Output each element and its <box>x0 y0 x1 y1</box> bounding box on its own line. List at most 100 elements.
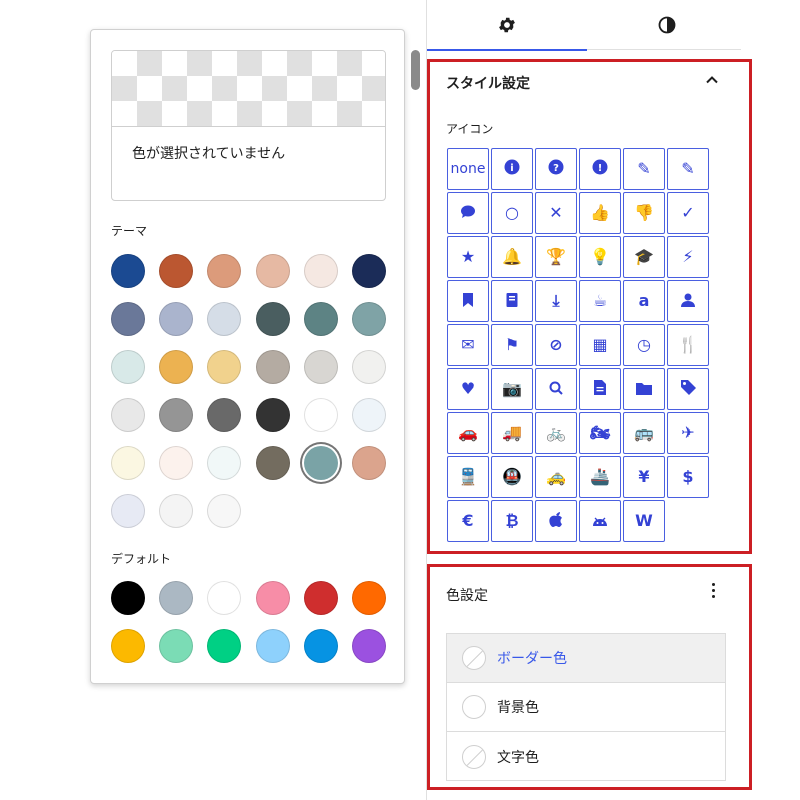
icon-option-button[interactable]: ♥ <box>447 368 489 410</box>
default-color-swatch[interactable] <box>255 581 290 615</box>
icon-option-button[interactable]: ✕ <box>535 192 577 234</box>
icon-option-button[interactable]: 🔔 <box>491 236 533 278</box>
icon-option-button[interactable] <box>447 192 489 234</box>
default-color-swatch[interactable] <box>207 629 242 663</box>
theme-color-swatch[interactable] <box>303 254 338 288</box>
default-color-swatch[interactable] <box>111 581 145 615</box>
theme-color-swatch[interactable] <box>207 398 242 432</box>
theme-color-swatch[interactable] <box>207 254 242 288</box>
tab-styles[interactable] <box>587 0 747 50</box>
icon-option-button[interactable] <box>667 368 709 410</box>
theme-color-swatch[interactable] <box>255 446 290 480</box>
icon-option-button[interactable] <box>667 280 709 322</box>
theme-color-swatch[interactable] <box>111 302 145 336</box>
icon-option-button[interactable]: 🍴 <box>667 324 709 366</box>
icon-option-button[interactable]: 👍 <box>579 192 621 234</box>
icon-option-button[interactable]: ✉ <box>447 324 489 366</box>
theme-color-swatch[interactable] <box>111 350 145 384</box>
icon-option-button[interactable] <box>579 500 621 542</box>
icon-option-button[interactable]: € <box>447 500 489 542</box>
icon-option-button[interactable]: 🚲 <box>535 412 577 454</box>
icon-option-button[interactable]: ⊘ <box>535 324 577 366</box>
icon-option-button[interactable]: ⚡ <box>667 236 709 278</box>
theme-color-swatch[interactable] <box>303 398 338 432</box>
theme-color-swatch[interactable] <box>111 254 145 288</box>
icon-option-button[interactable] <box>447 280 489 322</box>
tab-settings[interactable] <box>427 0 587 51</box>
default-color-swatch[interactable] <box>351 581 386 615</box>
theme-color-swatch[interactable] <box>255 398 290 432</box>
icon-option-button[interactable]: ○ <box>491 192 533 234</box>
theme-color-swatch[interactable] <box>351 254 386 288</box>
theme-color-swatch[interactable] <box>111 398 145 432</box>
theme-color-swatch[interactable] <box>303 350 338 384</box>
icon-option-button[interactable]: ☕ <box>579 280 621 322</box>
default-color-swatch[interactable] <box>207 581 242 615</box>
icon-none-button[interactable]: none <box>447 148 489 190</box>
more-options-icon[interactable] <box>707 580 719 604</box>
icon-option-button[interactable]: ✓ <box>667 192 709 234</box>
icon-option-button[interactable]: $ <box>667 456 709 498</box>
theme-color-swatch[interactable] <box>351 398 386 432</box>
theme-color-swatch[interactable] <box>159 350 194 384</box>
icon-option-button[interactable]: ◷ <box>623 324 665 366</box>
icon-option-button[interactable]: ? <box>535 148 577 190</box>
icon-option-button[interactable]: ¥ <box>623 456 665 498</box>
default-color-swatch[interactable] <box>159 629 194 663</box>
icon-option-button[interactable] <box>535 368 577 410</box>
default-color-swatch[interactable] <box>351 629 386 663</box>
icon-option-button[interactable]: 🚕 <box>535 456 577 498</box>
theme-color-swatch[interactable] <box>159 302 194 336</box>
icon-option-button[interactable]: 💡 <box>579 236 621 278</box>
theme-color-swatch[interactable] <box>111 446 145 480</box>
theme-color-swatch[interactable] <box>303 302 338 336</box>
icon-option-button[interactable]: 🎓 <box>623 236 665 278</box>
icon-option-button[interactable] <box>579 368 621 410</box>
icon-option-button[interactable]: ✎ <box>623 148 665 190</box>
icon-option-button[interactable]: a <box>623 280 665 322</box>
theme-color-swatch[interactable] <box>111 494 145 528</box>
theme-color-swatch[interactable] <box>207 350 242 384</box>
default-color-swatch[interactable] <box>159 581 194 615</box>
icon-option-button[interactable]: ★ <box>447 236 489 278</box>
theme-color-swatch[interactable] <box>207 446 242 480</box>
icon-option-button[interactable]: 🚗 <box>447 412 489 454</box>
icon-option-button[interactable]: 🏆 <box>535 236 577 278</box>
theme-color-swatch[interactable] <box>159 254 194 288</box>
theme-color-swatch[interactable] <box>159 494 194 528</box>
icon-option-button[interactable]: ⚑ <box>491 324 533 366</box>
theme-color-swatch[interactable] <box>159 446 194 480</box>
icon-option-button[interactable]: 🏍 <box>579 412 621 454</box>
icon-option-button[interactable]: 🚚 <box>491 412 533 454</box>
icon-option-button[interactable]: ▦ <box>579 324 621 366</box>
theme-color-swatch[interactable] <box>351 446 386 480</box>
theme-color-swatch[interactable] <box>159 398 194 432</box>
default-color-swatch[interactable] <box>303 581 338 615</box>
theme-color-swatch[interactable] <box>207 302 242 336</box>
icon-option-button[interactable]: W <box>623 500 665 542</box>
default-color-swatch[interactable] <box>111 629 145 663</box>
chevron-up-icon[interactable] <box>705 73 719 87</box>
icon-option-button[interactable] <box>535 500 577 542</box>
icon-option-button[interactable]: 📷 <box>491 368 533 410</box>
icon-option-button[interactable]: ! <box>579 148 621 190</box>
theme-color-swatch[interactable] <box>351 302 386 336</box>
icon-option-button[interactable]: 👎 <box>623 192 665 234</box>
icon-option-button[interactable] <box>491 280 533 322</box>
icon-option-button[interactable]: ✎ <box>667 148 709 190</box>
theme-color-swatch[interactable] <box>255 302 290 336</box>
icon-option-button[interactable]: ⤓ <box>535 280 577 322</box>
color-setting-row[interactable]: ボーダー色 <box>447 634 725 683</box>
icon-option-button[interactable]: i <box>491 148 533 190</box>
default-color-swatch[interactable] <box>255 629 290 663</box>
icon-option-button[interactable]: 🚆 <box>447 456 489 498</box>
theme-color-swatch[interactable] <box>255 254 290 288</box>
icon-option-button[interactable]: 🚢 <box>579 456 621 498</box>
theme-color-swatch[interactable] <box>255 350 290 384</box>
icon-option-button[interactable] <box>623 368 665 410</box>
theme-color-swatch[interactable] <box>303 446 338 480</box>
icon-option-button[interactable]: 🚇 <box>491 456 533 498</box>
icon-option-button[interactable]: ₿ <box>491 500 533 542</box>
icon-option-button[interactable]: ✈ <box>667 412 709 454</box>
icon-option-button[interactable]: 🚌 <box>623 412 665 454</box>
